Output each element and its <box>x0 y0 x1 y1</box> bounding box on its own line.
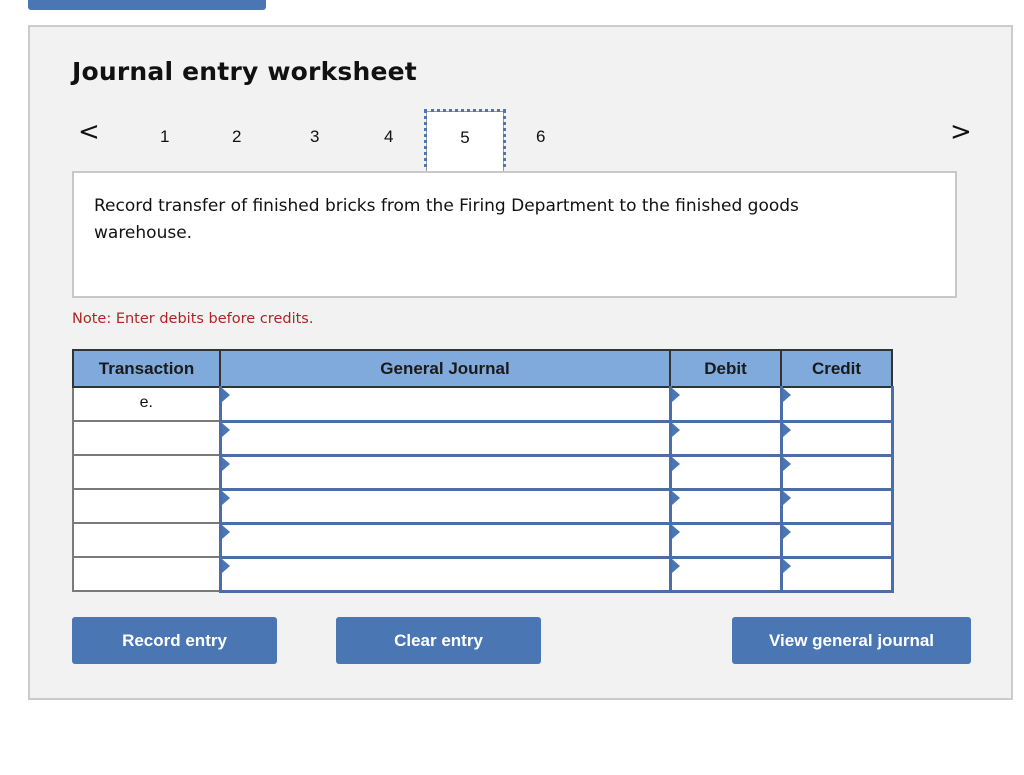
credit-input[interactable] <box>782 456 891 488</box>
account-cell[interactable] <box>218 420 672 457</box>
column-header-debit: Debit <box>669 349 782 388</box>
note-text: Note: Enter debits before credits. <box>72 311 314 327</box>
dropdown-marker-icon <box>782 558 791 573</box>
chevron-right-icon[interactable]: > <box>950 119 972 145</box>
dropdown-marker-icon <box>782 422 791 437</box>
dropdown-marker-icon <box>671 456 680 471</box>
account-cell[interactable] <box>218 386 672 423</box>
dropdown-marker-icon <box>671 524 680 539</box>
transaction-cell <box>72 454 221 490</box>
clear-entry-button[interactable]: Clear entry <box>336 617 541 664</box>
dropdown-marker-icon <box>221 558 230 573</box>
account-input[interactable] <box>221 490 669 522</box>
credit-cell[interactable] <box>779 420 894 457</box>
debit-input[interactable] <box>671 388 780 420</box>
credit-input[interactable] <box>782 524 891 556</box>
account-input[interactable] <box>221 558 669 590</box>
dropdown-marker-icon <box>221 490 230 505</box>
table-row: e. <box>72 386 894 423</box>
account-input[interactable] <box>221 388 669 420</box>
table-row <box>72 488 894 525</box>
credit-cell[interactable] <box>779 386 894 423</box>
account-input[interactable] <box>221 456 669 488</box>
credit-cell[interactable] <box>779 454 894 491</box>
transaction-cell <box>72 488 221 524</box>
transaction-cell <box>72 522 221 558</box>
debit-input[interactable] <box>671 490 780 522</box>
credit-cell[interactable] <box>779 522 894 559</box>
transaction-cell <box>72 556 221 592</box>
debit-cell[interactable] <box>668 522 783 559</box>
step-tab-2[interactable]: 2 <box>232 127 241 147</box>
record-entry-button[interactable]: Record entry <box>72 617 277 664</box>
table-row <box>72 454 894 491</box>
table-row <box>72 556 894 593</box>
debit-cell[interactable] <box>668 556 783 593</box>
dropdown-marker-icon <box>221 456 230 471</box>
journal-table: Transaction General Journal Debit Credit… <box>72 349 894 593</box>
table-row <box>72 420 894 457</box>
debit-input[interactable] <box>671 422 780 454</box>
transaction-description-box: Record transfer of finished bricks from … <box>72 171 957 298</box>
dropdown-marker-icon <box>782 456 791 471</box>
credit-input[interactable] <box>782 388 891 420</box>
column-header-general-journal: General Journal <box>219 349 671 388</box>
account-cell[interactable] <box>218 556 672 593</box>
transaction-cell: e. <box>72 386 221 422</box>
dropdown-marker-icon <box>671 490 680 505</box>
account-cell[interactable] <box>218 488 672 525</box>
column-header-transaction: Transaction <box>72 349 221 388</box>
dropdown-marker-icon <box>671 388 680 402</box>
dropdown-marker-icon <box>221 524 230 539</box>
dropdown-marker-icon <box>782 388 791 402</box>
credit-input[interactable] <box>782 558 891 590</box>
credit-cell[interactable] <box>779 556 894 593</box>
journal-worksheet-panel: Journal entry worksheet < 1 2 3 4 5 6 > … <box>28 25 1013 700</box>
account-input[interactable] <box>221 524 669 556</box>
debit-cell[interactable] <box>668 488 783 525</box>
credit-cell[interactable] <box>779 488 894 525</box>
dropdown-marker-icon <box>782 490 791 505</box>
step-tab-4[interactable]: 4 <box>384 127 393 147</box>
dropdown-marker-icon <box>221 388 230 402</box>
dropdown-marker-icon <box>782 524 791 539</box>
transaction-cell <box>72 420 221 456</box>
dropdown-marker-icon <box>221 422 230 437</box>
account-input[interactable] <box>221 422 669 454</box>
page-title: Journal entry worksheet <box>72 57 417 86</box>
account-cell[interactable] <box>218 522 672 559</box>
debit-input[interactable] <box>671 558 780 590</box>
chevron-left-icon[interactable]: < <box>78 119 100 145</box>
step-tab-5-label: 5 <box>460 128 470 147</box>
table-row <box>72 522 894 559</box>
transaction-description: Record transfer of finished bricks from … <box>94 196 799 243</box>
debit-input[interactable] <box>671 524 780 556</box>
dropdown-marker-icon <box>671 422 680 437</box>
credit-input[interactable] <box>782 490 891 522</box>
credit-input[interactable] <box>782 422 891 454</box>
step-tab-3[interactable]: 3 <box>310 127 319 147</box>
debit-cell[interactable] <box>668 420 783 457</box>
step-tab-6[interactable]: 6 <box>536 127 545 147</box>
debit-input[interactable] <box>671 456 780 488</box>
table-header-row: Transaction General Journal Debit Credit <box>72 349 893 388</box>
step-tab-5-active[interactable]: 5 <box>424 109 506 175</box>
account-cell[interactable] <box>218 454 672 491</box>
dropdown-marker-icon <box>671 558 680 573</box>
debit-cell[interactable] <box>668 386 783 423</box>
debit-cell[interactable] <box>668 454 783 491</box>
step-tab-1[interactable]: 1 <box>160 127 169 147</box>
column-header-credit: Credit <box>780 349 893 388</box>
view-general-journal-button[interactable]: View general journal <box>732 617 971 664</box>
top-button[interactable] <box>28 0 266 10</box>
